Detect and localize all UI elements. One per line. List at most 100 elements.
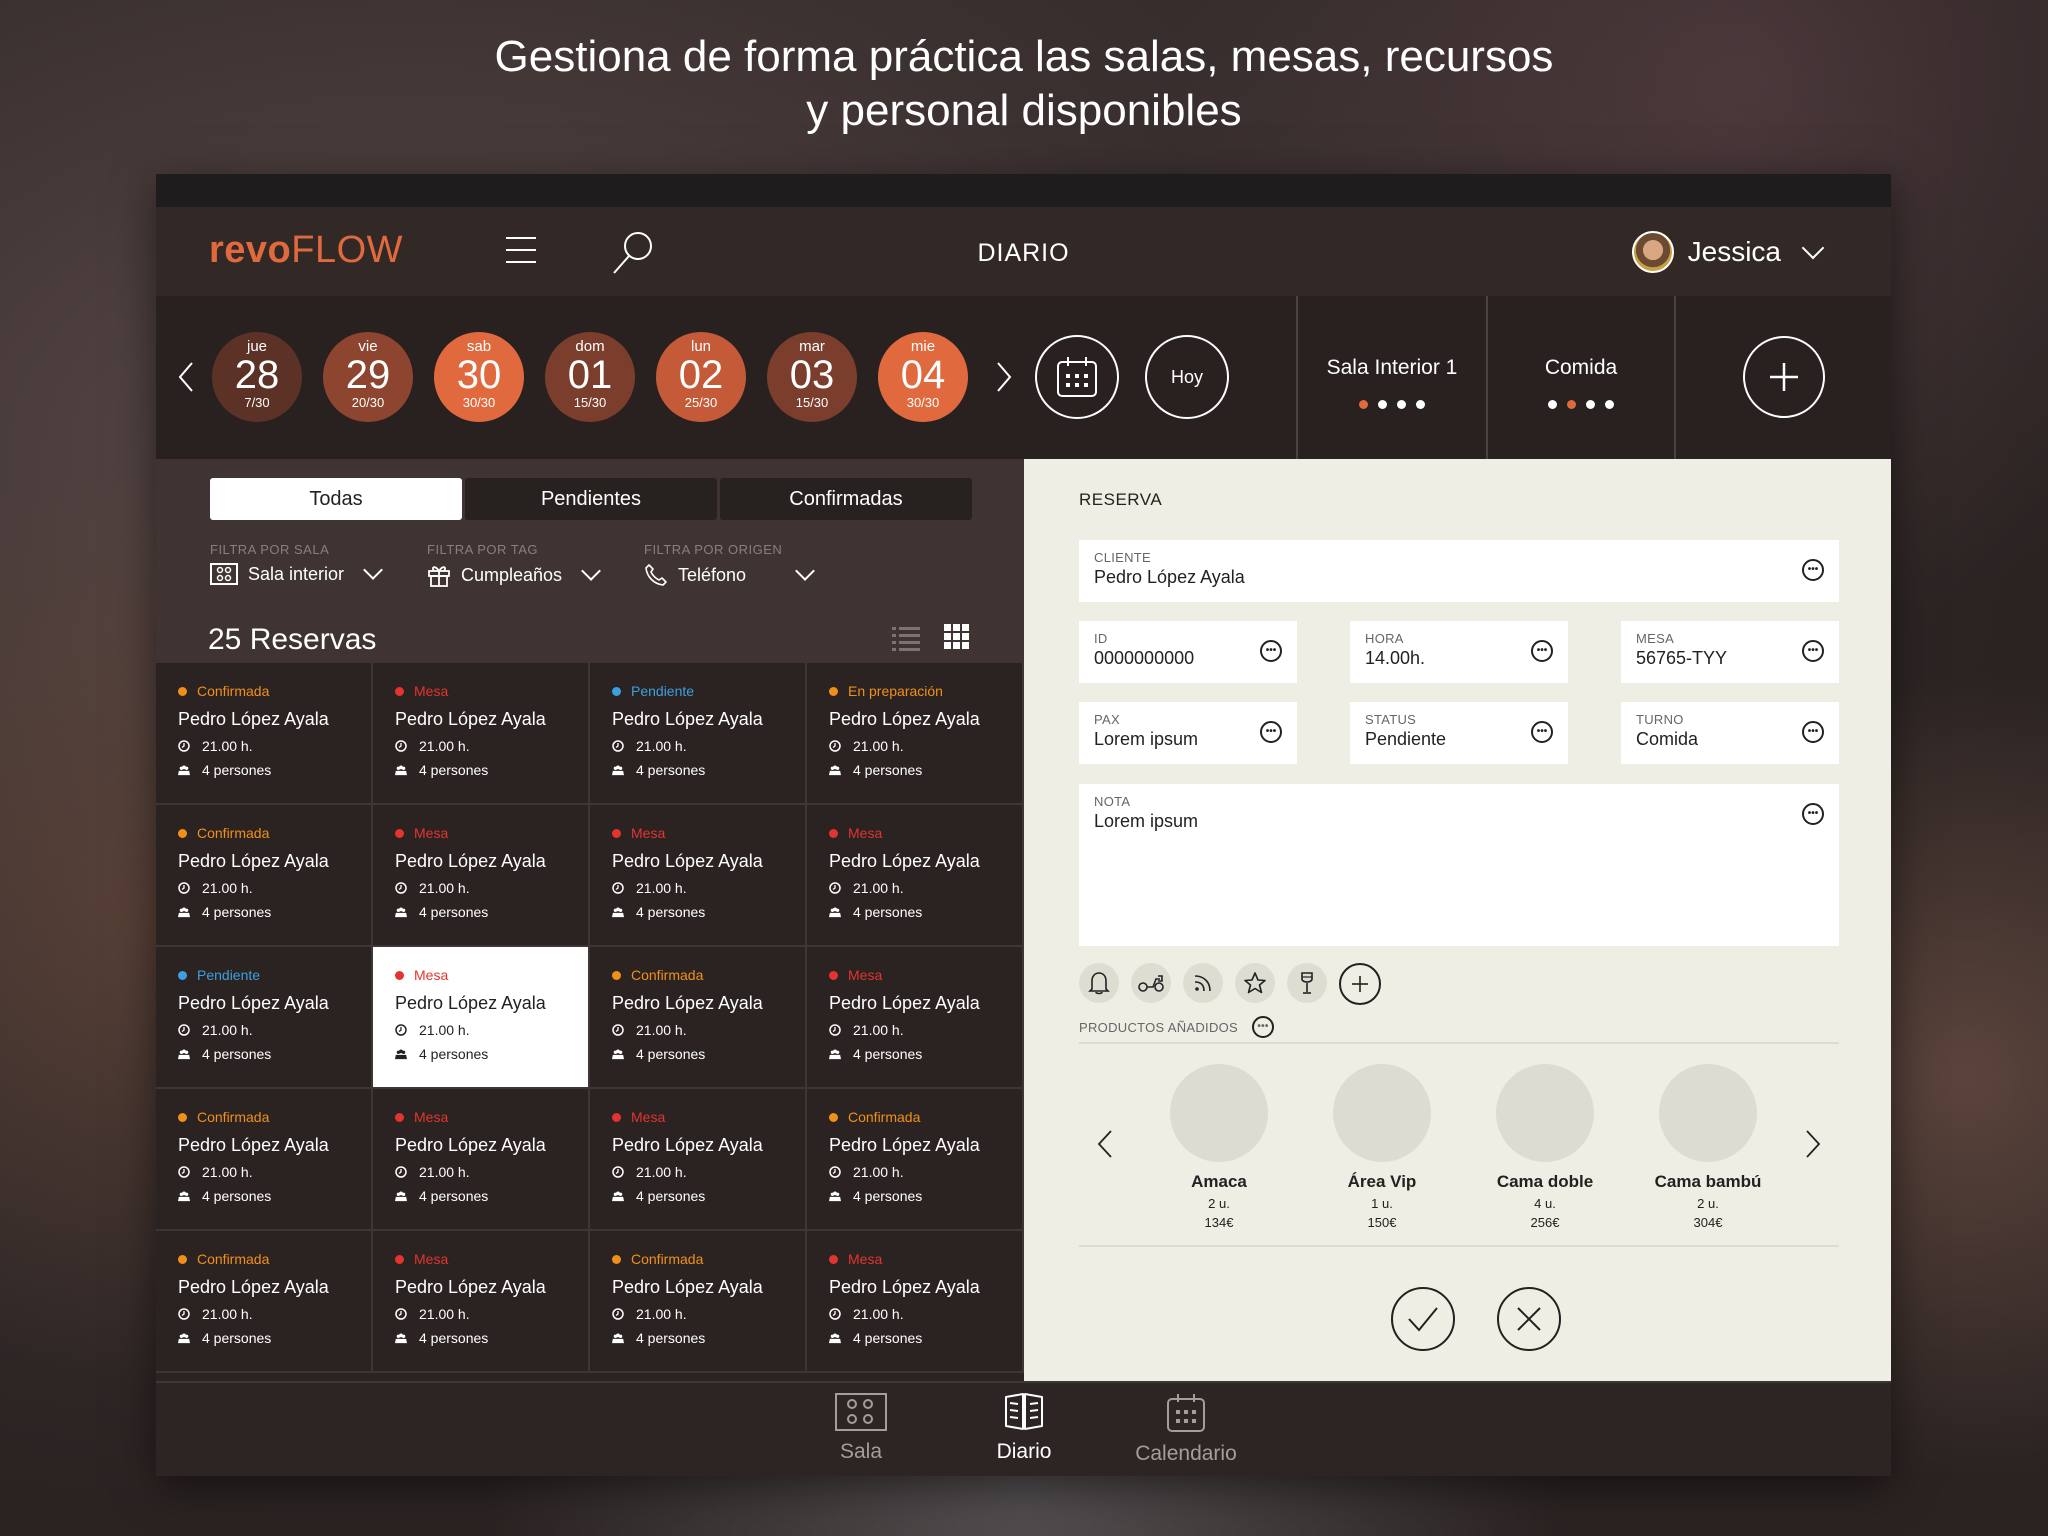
- tab-diario[interactable]: Diario: [944, 1393, 1104, 1464]
- list-view-icon[interactable]: [892, 626, 920, 652]
- user-menu[interactable]: Jessica: [1631, 231, 1825, 273]
- grid-view-icon[interactable]: [944, 624, 970, 650]
- tab-calendario[interactable]: Calendario: [1106, 1393, 1266, 1466]
- reservation-card[interactable]: En preparación Pedro López Ayala 21.00 h. 4…: [807, 663, 1024, 805]
- status-label: Mesa: [414, 1251, 449, 1267]
- product-name: Cama doble: [1496, 1172, 1594, 1191]
- today-button[interactable]: Hoy: [1145, 335, 1229, 419]
- more-options-icon[interactable]: •••: [1260, 721, 1282, 743]
- tab-confirmadas[interactable]: Confirmadas: [720, 478, 972, 520]
- reservation-card[interactable]: Confirmada Pedro López Ayala 21.00 h. 4 per…: [156, 663, 373, 805]
- id-field[interactable]: ID 0000000000 •••: [1079, 621, 1297, 683]
- shift-selector[interactable]: Comida: [1488, 296, 1674, 459]
- chevron-right-icon[interactable]: [1805, 1129, 1821, 1159]
- reservation-card[interactable]: Confirmada Pedro López Ayala 21.00 h. 4 per…: [156, 1231, 373, 1373]
- hamburger-icon[interactable]: [506, 237, 536, 265]
- product-item[interactable]: Amaca 2 u. 134€: [1154, 1064, 1284, 1230]
- people-row: 4 persones: [829, 1330, 1000, 1346]
- day-occupancy: 20/30: [351, 395, 385, 410]
- field-label: MESA: [1636, 631, 1675, 646]
- filter-sala[interactable]: FILTRA POR SALA Sala interior: [210, 542, 383, 585]
- reservation-card[interactable]: Confirmada Pedro López Ayala 21.00 h. 4 per…: [807, 1089, 1024, 1231]
- calendar-button[interactable]: [1035, 335, 1119, 419]
- tab-todas[interactable]: Todas: [210, 478, 462, 520]
- status-label: Pendiente: [197, 967, 261, 983]
- more-options-icon[interactable]: •••: [1252, 1016, 1275, 1038]
- date-day-29[interactable]: vie 29 20/30: [323, 332, 413, 422]
- reservation-card[interactable]: Mesa Pedro López Ayala 21.00 h. 4 persones: [590, 805, 807, 947]
- time-row: 21.00 h.: [612, 1306, 783, 1322]
- close-icon: [1517, 1307, 1541, 1331]
- product-qty: 4 u.: [1534, 1196, 1556, 1211]
- turno-field[interactable]: TURNO Comida •••: [1621, 702, 1839, 764]
- pax-field[interactable]: PAX Lorem ipsum •••: [1079, 702, 1297, 764]
- people-icon: [829, 1191, 841, 1202]
- status-field[interactable]: STATUS Pendiente •••: [1350, 702, 1568, 764]
- add-tag-button[interactable]: [1339, 963, 1381, 1005]
- room-selector[interactable]: Sala Interior 1: [1298, 296, 1486, 459]
- products-carousel: Amaca 2 u. 134€ Área Vip 1 u. 150€ Cama doble 4…: [1079, 1064, 1839, 1234]
- date-day-03[interactable]: mar 03 15/30: [767, 332, 857, 422]
- reservation-card[interactable]: Mesa Pedro López Ayala 21.00 h. 4 persones: [373, 805, 590, 947]
- reservation-card[interactable]: Mesa Pedro López Ayala 21.00 h. 4 persones: [807, 1231, 1024, 1373]
- people-row: 4 persones: [178, 904, 349, 920]
- filter-tag[interactable]: FILTRA POR TAG Cumpleaños: [427, 542, 601, 587]
- reservation-card[interactable]: Mesa Pedro López Ayala 21.00 h. 4 persones: [807, 947, 1024, 1089]
- cliente-field[interactable]: CLIENTE Pedro López Ayala •••: [1079, 540, 1839, 602]
- filter-origen[interactable]: FILTRA POR ORIGEN Teléfono: [644, 542, 815, 587]
- mesa-field[interactable]: MESA 56765-TYY •••: [1621, 621, 1839, 683]
- reservation-card[interactable]: Mesa Pedro López Ayala 21.00 h. 4 persones: [373, 663, 590, 805]
- reservation-card[interactable]: Mesa Pedro López Ayala 21.00 h. 4 persones: [373, 1231, 590, 1373]
- avatar: [1631, 231, 1674, 273]
- date-day-02[interactable]: lun 02 25/30: [656, 332, 746, 422]
- date-day-01[interactable]: dom 01 15/30: [545, 332, 635, 422]
- reservation-card[interactable]: Pendiente Pedro López Ayala 21.00 h. 4 pers…: [590, 663, 807, 805]
- status-label: Confirmada: [197, 825, 270, 841]
- status-badge: Mesa: [829, 1251, 1000, 1267]
- star-icon[interactable]: [1235, 963, 1275, 1003]
- confirm-button[interactable]: [1391, 1287, 1455, 1351]
- date-day-04[interactable]: mie 04 30/30: [878, 332, 968, 422]
- scooter-icon[interactable]: [1131, 963, 1171, 1003]
- reservation-card[interactable]: Confirmada Pedro López Ayala 21.00 h. 4 per…: [156, 805, 373, 947]
- more-options-icon[interactable]: •••: [1260, 640, 1282, 662]
- tab-pendientes[interactable]: Pendientes: [465, 478, 717, 520]
- product-item[interactable]: Cama doble 4 u. 256€: [1480, 1064, 1610, 1230]
- reservation-card[interactable]: Pendiente Pedro López Ayala 21.00 h. 4 pers…: [156, 947, 373, 1089]
- nota-field[interactable]: NOTA Lorem ipsum •••: [1079, 784, 1839, 946]
- time-row: 21.00 h.: [829, 1164, 1000, 1180]
- status-dot: [612, 970, 621, 980]
- chevron-right-icon[interactable]: [994, 360, 1014, 394]
- more-options-icon[interactable]: •••: [1802, 640, 1824, 662]
- reservation-card[interactable]: Mesa Pedro López Ayala 21.00 h. 4 persones: [807, 805, 1024, 947]
- wine-glass-icon[interactable]: [1287, 963, 1327, 1003]
- rss-icon[interactable]: [1183, 963, 1223, 1003]
- reservation-card[interactable]: Mesa Pedro López Ayala 21.00 h. 4 persones: [373, 1089, 590, 1231]
- search-icon[interactable]: [608, 229, 656, 275]
- date-day-28[interactable]: jue 28 7/30: [212, 332, 302, 422]
- more-options-icon[interactable]: •••: [1802, 803, 1824, 825]
- status-dot: [178, 828, 187, 838]
- cancel-button[interactable]: [1497, 1287, 1561, 1351]
- status-badge: Confirmada: [612, 1251, 783, 1267]
- headline-line-1: Gestiona de forma práctica las salas, me…: [494, 32, 1554, 81]
- more-options-icon[interactable]: •••: [1531, 640, 1553, 662]
- reservation-card[interactable]: Mesa Pedro López Ayala 21.00 h. 4 persones: [373, 947, 590, 1089]
- more-options-icon[interactable]: •••: [1531, 721, 1553, 743]
- chevron-left-icon[interactable]: [176, 360, 196, 394]
- reservation-card[interactable]: Confirmada Pedro López Ayala 21.00 h. 4 per…: [156, 1089, 373, 1231]
- product-item[interactable]: Área Vip 1 u. 150€: [1317, 1064, 1447, 1230]
- tab-sala[interactable]: Sala: [781, 1393, 941, 1464]
- reservation-card[interactable]: Confirmada Pedro López Ayala 21.00 h. 4 per…: [590, 947, 807, 1089]
- reservation-card[interactable]: Confirmada Pedro López Ayala 21.00 h. 4 per…: [590, 1231, 807, 1373]
- more-options-icon[interactable]: •••: [1802, 721, 1824, 743]
- bell-icon[interactable]: [1079, 963, 1119, 1003]
- more-options-icon[interactable]: •••: [1802, 559, 1824, 581]
- status-label: Mesa: [414, 683, 449, 699]
- reservation-card[interactable]: Mesa Pedro López Ayala 21.00 h. 4 persones: [590, 1089, 807, 1231]
- product-item[interactable]: Cama bambú 2 u. 304€: [1643, 1064, 1773, 1230]
- hora-field[interactable]: HORA 14.00h. •••: [1350, 621, 1568, 683]
- chevron-left-icon[interactable]: [1097, 1129, 1113, 1159]
- date-day-30[interactable]: sab 30 30/30: [434, 332, 524, 422]
- add-reservation-button[interactable]: [1743, 336, 1825, 418]
